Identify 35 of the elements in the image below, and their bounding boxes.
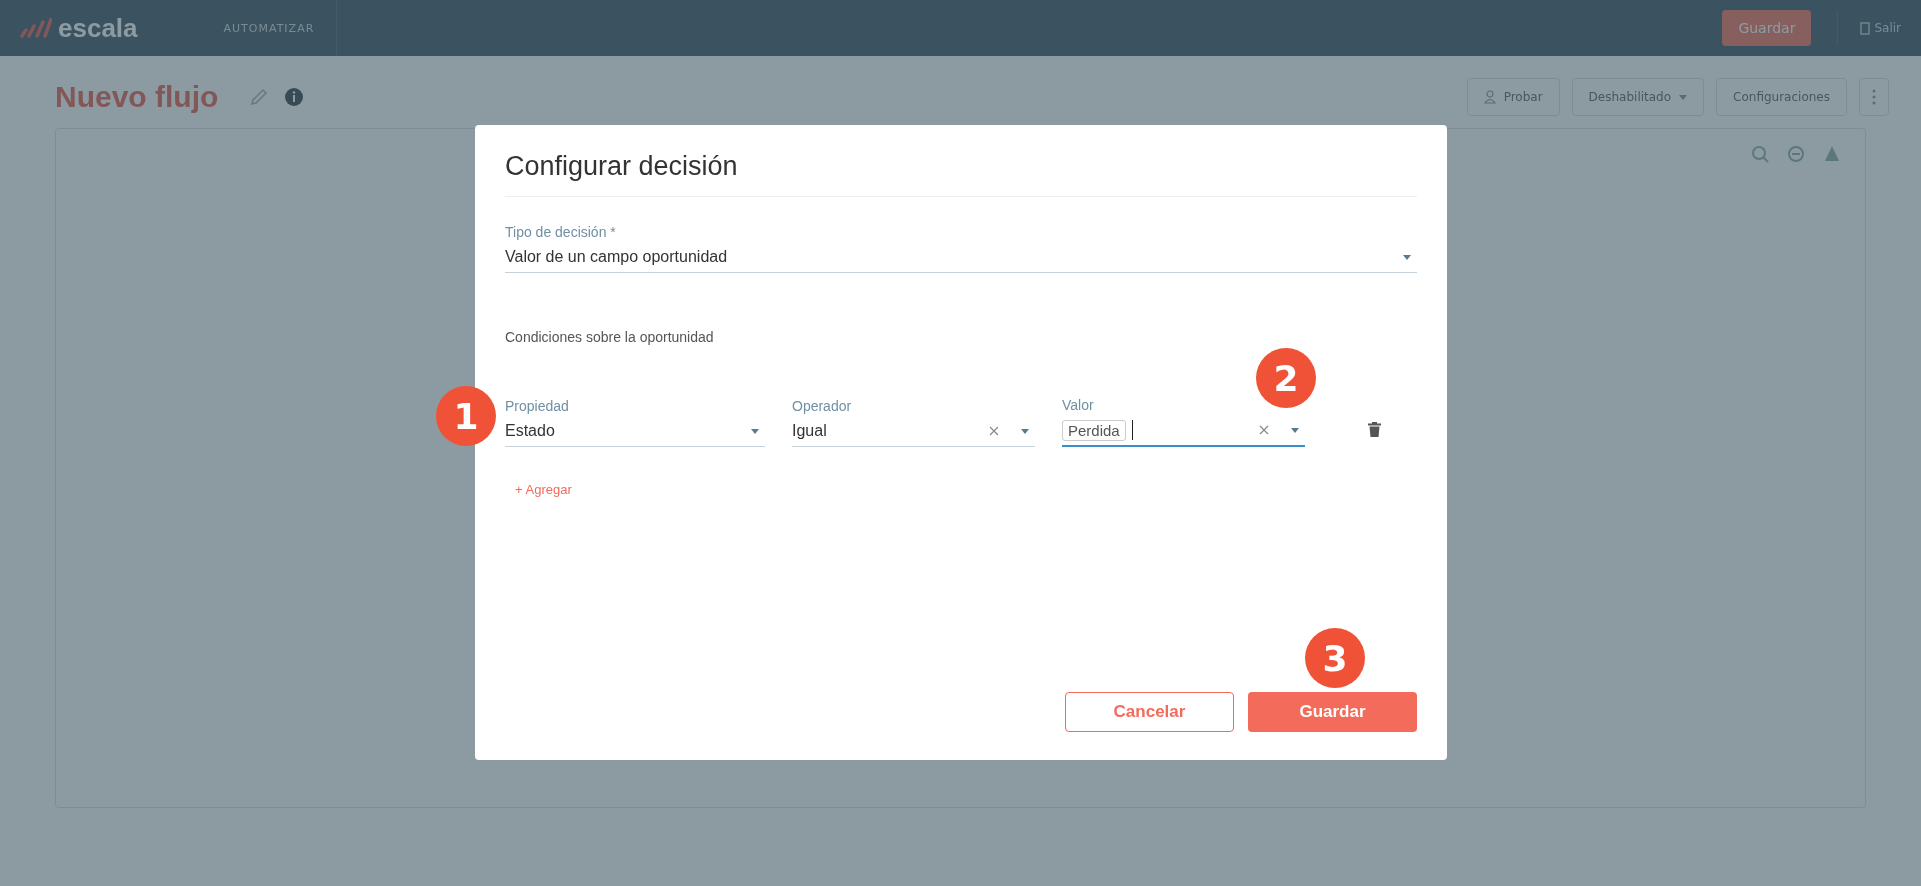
toolbar-button[interactable]: Configuraciones [1716, 78, 1847, 116]
section-label: AUTOMATIZAR [223, 0, 338, 56]
cancel-button[interactable]: Cancelar [1065, 692, 1234, 732]
save-button[interactable]: Guardar [1248, 692, 1417, 732]
zoom-in-icon[interactable] [1751, 145, 1769, 163]
zoom-out-icon[interactable] [1787, 145, 1805, 163]
door-icon [1860, 21, 1871, 35]
decision-type-select[interactable]: Tipo de decisión * Valor de un campo oportunidad [505, 224, 1417, 273]
logo-text: escala [58, 12, 138, 44]
add-condition-link[interactable]: + Agregar [515, 482, 572, 497]
info-icon[interactable] [284, 87, 305, 107]
clear-icon[interactable] [1259, 425, 1269, 435]
text-cursor [1131, 420, 1133, 440]
caret-icon [1679, 94, 1688, 100]
save-button[interactable]: Guardar [1722, 10, 1812, 46]
toolbar-button[interactable]: Probar [1466, 78, 1560, 116]
step-number-badge: 1 [436, 386, 496, 446]
person-icon [1483, 90, 1496, 104]
value-chip[interactable]: Perdida [1062, 419, 1126, 441]
caret-icon [1291, 427, 1299, 433]
bar-chart-logo-icon [20, 18, 52, 38]
dialog-title: Configurar decisión [505, 125, 1417, 197]
condition-select[interactable]: Operador Igual [792, 398, 1035, 447]
flow-title: Nuevo flujo [55, 80, 219, 114]
condition-select[interactable]: Propiedad Estado [505, 398, 765, 447]
exit-button[interactable]: Salir [1837, 11, 1901, 45]
trash-icon[interactable] [1368, 422, 1381, 437]
section-heading: Condiciones sobre la oportunidad [505, 329, 715, 345]
caret-icon [1403, 254, 1411, 260]
clear-icon[interactable] [989, 426, 999, 436]
kebab-icon [1872, 89, 1876, 105]
caret-icon [751, 428, 759, 434]
caret-icon [1021, 428, 1029, 434]
more-button[interactable] [1859, 78, 1889, 116]
toolbar-button[interactable]: Deshabilitado [1571, 78, 1705, 116]
